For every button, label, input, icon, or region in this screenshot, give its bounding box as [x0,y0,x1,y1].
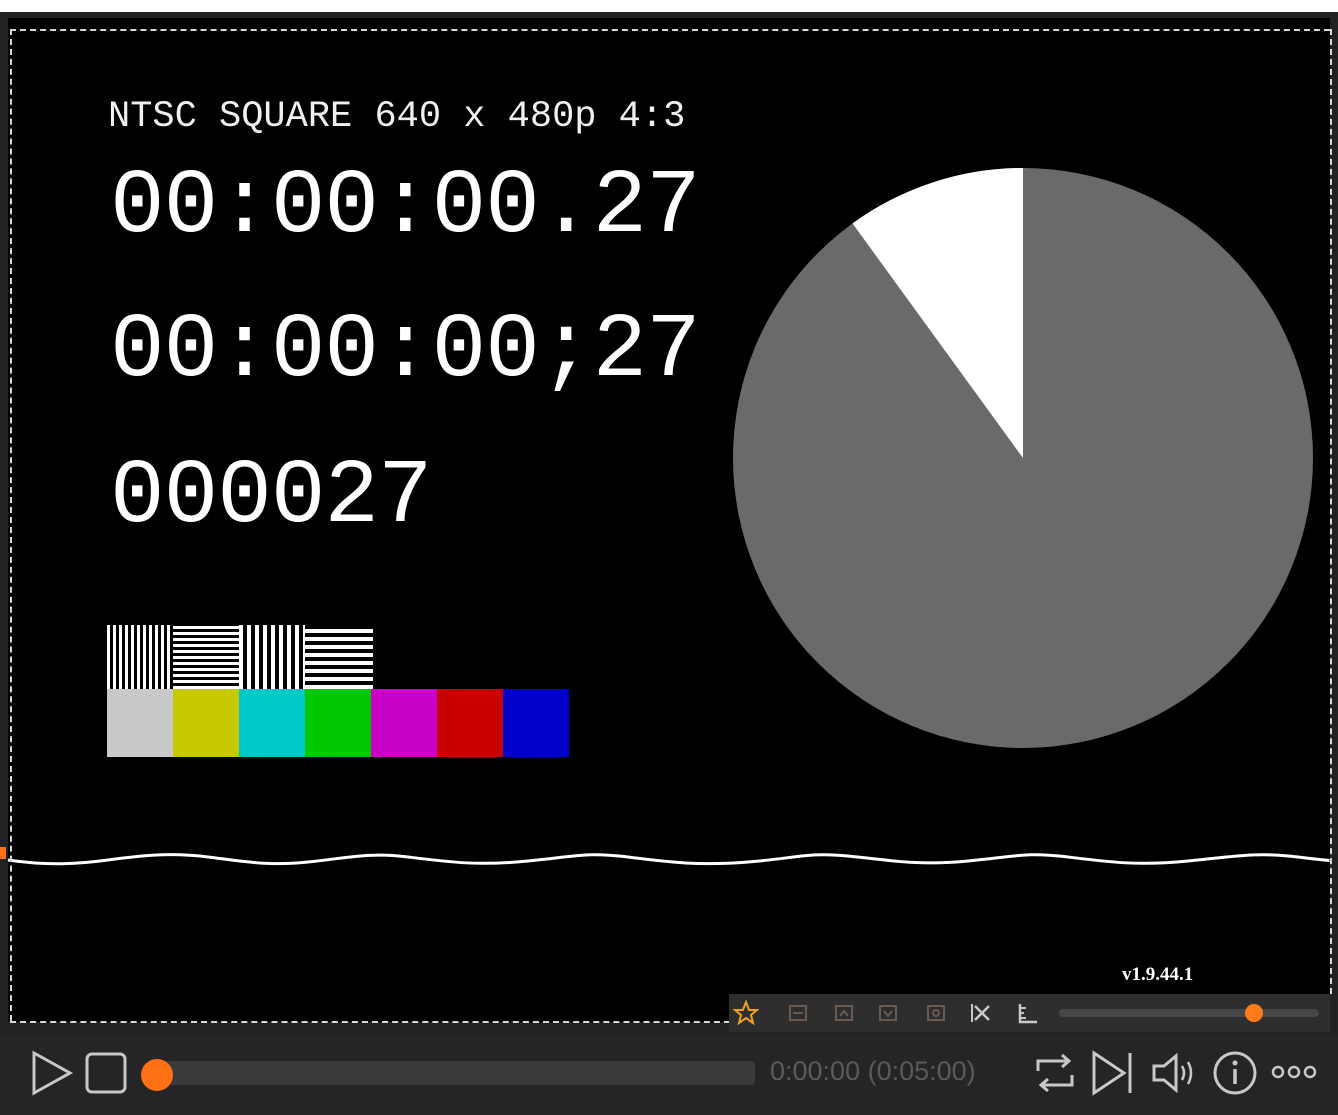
window-top-strip [0,0,1338,12]
version-label: v1.9.44.1 [1122,964,1194,985]
volume-icon[interactable] [1150,1052,1200,1094]
seek-bar[interactable] [155,1061,755,1085]
safe-area-border-top [10,29,1330,31]
zoom-slider[interactable] [1059,1004,1319,1022]
countdown-pie [733,168,1313,748]
seek-handle[interactable] [141,1059,173,1091]
play-icon[interactable] [28,1049,76,1097]
stop-icon[interactable] [84,1051,128,1095]
vertical-stripes-fine [107,625,173,689]
horizontal-stripes-fine [173,625,239,689]
zoom-slider-handle[interactable] [1245,1004,1263,1022]
color-bar-3 [239,689,305,757]
frame-icon-4[interactable] [923,1000,949,1026]
video-format-label: NTSC SQUARE 640 x 480p 4:3 [108,96,686,138]
timecode-semicolon: 00:00:00;27 [110,300,701,403]
color-bar-4 [305,689,371,757]
crop-x-icon[interactable] [969,1000,995,1026]
resolution-stripes [107,625,373,689]
color-bar-1 [107,689,173,757]
safe-area-border-right [1330,29,1332,994]
timecode-dot: 00:00:00.27 [110,156,701,259]
safe-area-border-bottom [10,1021,730,1023]
safe-area-border-left [10,29,12,1021]
ruler-icon[interactable] [1015,1000,1041,1026]
audio-waveform [8,853,1330,866]
timeline-marker [0,847,6,859]
color-bar-7 [503,689,569,757]
next-frame-icon[interactable] [1090,1049,1138,1097]
color-bar-5 [371,689,437,757]
frame-icon-3[interactable] [875,1000,901,1026]
vertical-stripes-coarse [239,625,305,689]
frame-counter: 000027 [110,446,433,549]
time-display: 0:00:00 (0:05:00) [770,1056,976,1086]
info-icon[interactable] [1212,1050,1258,1096]
star-icon[interactable] [733,1000,759,1026]
horizontal-stripes-coarse [305,625,373,689]
frame-icon-2[interactable] [831,1000,857,1026]
color-bar-2 [173,689,239,757]
color-bar-6 [437,689,503,757]
loop-icon[interactable] [1032,1051,1078,1095]
more-options-icon[interactable] [1270,1060,1318,1084]
viewer-toolbar [729,994,1330,1032]
color-bars [107,689,569,757]
frame-icon-1[interactable] [785,1000,811,1026]
